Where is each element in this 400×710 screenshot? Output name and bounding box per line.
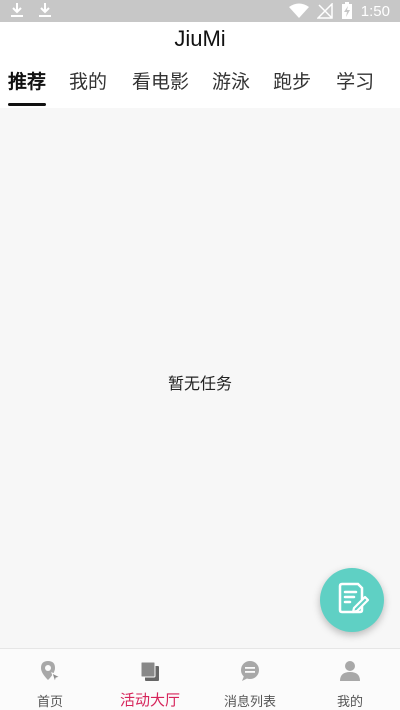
download-icon <box>38 2 52 18</box>
bottom-nav: 首页 活动大厅 消息列表 我的 <box>0 648 400 710</box>
tab-swimming[interactable]: 游泳 <box>212 66 250 108</box>
create-task-button[interactable] <box>320 568 384 632</box>
tab-study[interactable]: 学习 <box>336 66 374 108</box>
nav-profile[interactable]: 我的 <box>300 649 400 710</box>
task-list[interactable]: 暂无任务 <box>0 108 400 648</box>
user-icon <box>338 659 362 687</box>
no-signal-icon <box>316 3 333 19</box>
edit-document-icon <box>334 580 370 620</box>
nav-messages[interactable]: 消息列表 <box>200 649 300 710</box>
tab-movies[interactable]: 看电影 <box>132 66 189 108</box>
status-bar: 1:50 <box>0 0 400 22</box>
nav-messages-label: 消息列表 <box>223 695 276 710</box>
app-header: JiuMi 推荐 我的 看电影 游泳 跑步 学习 <box>0 22 400 108</box>
nav-home[interactable]: 首页 <box>0 649 100 710</box>
nav-home-label: 首页 <box>36 695 63 710</box>
category-tabs: 推荐 我的 看电影 游泳 跑步 学习 <box>0 66 400 108</box>
location-icon <box>38 659 62 687</box>
tab-recommend[interactable]: 推荐 <box>8 66 47 108</box>
cards-icon <box>138 659 162 687</box>
tab-running[interactable]: 跑步 <box>273 66 311 108</box>
page-title: JiuMi <box>174 26 226 51</box>
download-icon <box>10 2 24 18</box>
nav-activity-hall[interactable]: 活动大厅 <box>100 649 200 710</box>
wifi-icon <box>288 3 309 19</box>
battery-charging-icon <box>341 2 353 20</box>
empty-state-text: 暂无任务 <box>167 374 232 393</box>
nav-profile-label: 我的 <box>336 695 363 710</box>
nav-activity-hall-label: 活动大厅 <box>119 691 180 709</box>
status-time: 1:50 <box>360 2 390 20</box>
chat-bubble-icon <box>238 659 262 687</box>
tab-mine[interactable]: 我的 <box>69 66 107 108</box>
